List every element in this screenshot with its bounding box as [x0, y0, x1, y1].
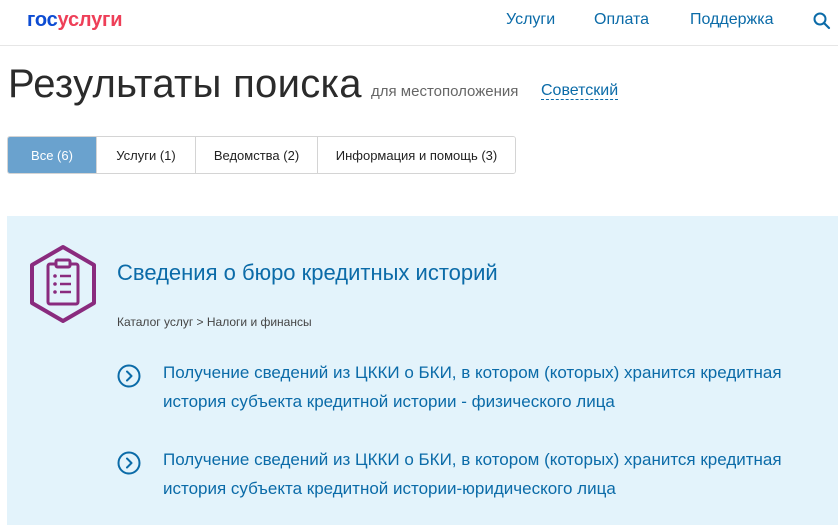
chevron-right-circle-icon: [117, 364, 141, 388]
result-filter-tabs: Все (6) Услуги (1) Ведомства (2) Информа…: [7, 136, 516, 174]
nav-link-support[interactable]: Поддержка: [690, 11, 773, 29]
tab-departments[interactable]: Ведомства (2): [196, 137, 318, 173]
breadcrumb: Каталог услуг > Налоги и финансы: [117, 315, 312, 329]
nav-link-services[interactable]: Услуги: [506, 11, 555, 29]
tab-info-help[interactable]: Информация и помощь (3): [318, 137, 515, 173]
result-title-link[interactable]: Сведения о бюро кредитных историй: [117, 260, 498, 286]
clipboard-list-icon: [27, 244, 99, 324]
chevron-right-circle-icon: [117, 451, 141, 475]
result-item-individual[interactable]: Получение сведений из ЦККИ о БКИ, в кото…: [117, 358, 837, 418]
gosuslugi-logo[interactable]: госуслуги: [27, 9, 122, 32]
logo-part-uslugi: услуги: [57, 9, 123, 31]
search-result-card: Сведения о бюро кредитных историй Катало…: [7, 216, 838, 525]
location-caption: для местоположения: [371, 83, 519, 100]
location-link[interactable]: Советский: [541, 82, 619, 100]
logo-part-gos: гос: [27, 9, 58, 31]
result-item-text[interactable]: Получение сведений из ЦККИ о БКИ, в кото…: [163, 358, 837, 416]
search-icon[interactable]: [812, 11, 832, 31]
tab-all[interactable]: Все (6): [8, 137, 97, 173]
top-header: госуслуги Услуги Оплата Поддержка: [0, 0, 838, 46]
nav-link-payment[interactable]: Оплата: [594, 11, 649, 29]
result-item-text[interactable]: Получение сведений из ЦККИ о БКИ, в кото…: [163, 445, 837, 503]
tab-services[interactable]: Услуги (1): [97, 137, 196, 173]
page-title: Результаты поиска: [8, 62, 362, 106]
result-item-legal-entity[interactable]: Получение сведений из ЦККИ о БКИ, в кото…: [117, 445, 837, 505]
